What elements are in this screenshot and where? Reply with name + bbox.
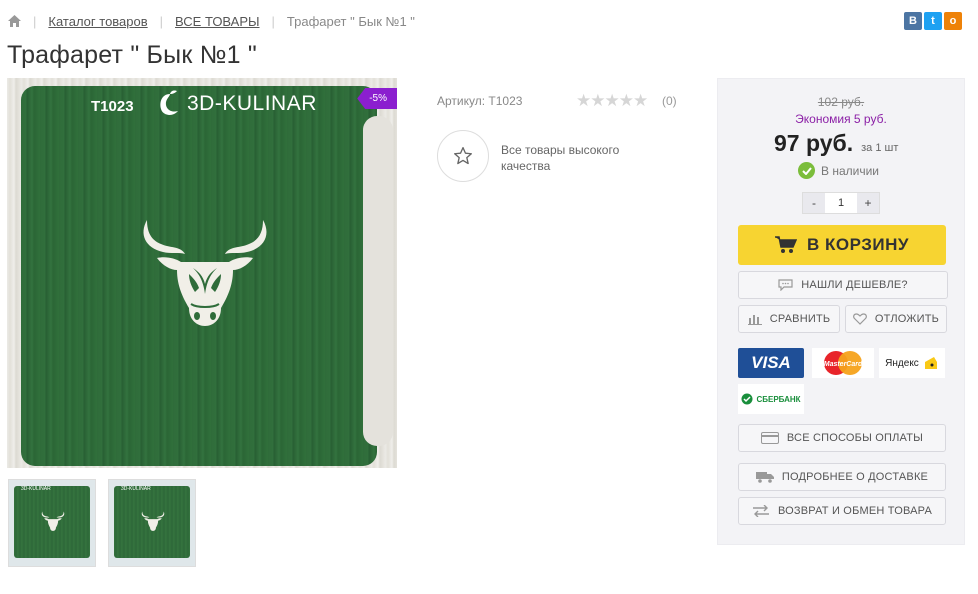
found-cheaper-button[interactable]: НАШЛИ ДЕШЕВЛЕ?: [738, 271, 948, 299]
price-unit: за 1 шт: [861, 142, 899, 154]
quantity-stepper: - 1 +: [802, 192, 880, 214]
delivery-info-label: ПОДРОБНЕЕ О ДОСТАВКЕ: [781, 471, 929, 483]
quantity-input[interactable]: 1: [825, 193, 857, 213]
truck-icon: [755, 472, 774, 483]
breadcrumb: | Каталог товаров | ВСЕ ТОВАРЫ | Трафаре…: [8, 13, 415, 29]
star-icon[interactable]: ★: [619, 91, 634, 111]
compare-label: СРАВНИТЬ: [769, 313, 831, 325]
credit-card-icon: [760, 432, 779, 444]
sberbank-logo: СБЕРБАНК: [738, 384, 804, 414]
breadcrumb-catalog-link[interactable]: Каталог товаров: [48, 14, 147, 29]
sberbank-text: СБЕРБАНК: [756, 394, 801, 404]
found-cheaper-label: НАШЛИ ДЕШЕВЛЕ?: [801, 279, 908, 291]
thumbnail-brand: 3D-KULINAR: [21, 486, 51, 492]
product-thumbnail[interactable]: 3D-KULINAR: [8, 479, 96, 567]
bull-head-icon: [41, 511, 65, 531]
exchange-arrows-icon: [752, 505, 769, 517]
home-icon[interactable]: [8, 15, 21, 27]
old-price: 102 руб.: [817, 95, 865, 109]
breadcrumb-all-products-link[interactable]: ВСЕ ТОВАРЫ: [175, 14, 259, 29]
article-number: Артикул: T1023: [437, 94, 523, 108]
check-icon: [798, 162, 815, 179]
mastercard-logo: MasterCard: [812, 348, 874, 378]
add-to-cart-label: В КОРЗИНУ: [807, 235, 909, 254]
odnoklassniki-share-icon[interactable]: о: [944, 12, 962, 30]
breadcrumb-separator: |: [33, 13, 37, 29]
yandex-wallet-icon: [924, 357, 937, 369]
product-main-image[interactable]: T1023 3D-KULINAR -5%: [7, 78, 397, 468]
rating-stars[interactable]: ★ ★ ★ ★ ★: [576, 91, 648, 111]
return-exchange-label: ВОЗВРАТ И ОБМЕН ТОВАРА: [777, 505, 933, 517]
brand-name: 3D-KULINAR: [187, 92, 317, 115]
quantity-increase-button[interactable]: +: [857, 193, 879, 213]
wishlist-button[interactable]: ОТЛОЖИТЬ: [845, 305, 947, 333]
page-title: Трафарет " Бык №1 ": [7, 41, 257, 69]
stock-label: В наличии: [821, 163, 880, 178]
payment-methods-button[interactable]: ВСЕ СПОСОБЫ ОПЛАТЫ: [738, 424, 946, 452]
star-icon[interactable]: ★: [633, 91, 648, 111]
twitter-share-icon[interactable]: t: [924, 12, 942, 30]
delivery-info-button[interactable]: ПОДРОБНЕЕ О ДОСТАВКЕ: [738, 463, 946, 491]
mastercard-text: MasterCard: [824, 361, 863, 368]
brand-logo: 3D-KULINAR: [157, 90, 317, 118]
bar-chart-icon: [747, 315, 762, 325]
thumbnail-brand: 3D-KULINAR: [121, 486, 151, 492]
quality-text: Все товары высокого качества: [501, 143, 620, 173]
breadcrumb-separator: |: [271, 13, 275, 29]
heart-icon: [852, 313, 867, 325]
star-icon[interactable]: ★: [605, 91, 620, 111]
breadcrumb-current: Трафарет " Бык №1 ": [286, 13, 415, 29]
visa-logo: VISA: [738, 348, 804, 378]
brand-leaf-icon: [160, 90, 178, 115]
price-row: 97 руб. за 1 шт: [774, 130, 898, 157]
compare-button[interactable]: СРАВНИТЬ: [738, 305, 840, 333]
quantity-decrease-button[interactable]: -: [803, 193, 825, 213]
quality-badge: [437, 130, 489, 182]
chat-bubble-icon: [778, 279, 793, 291]
bull-head-icon: [143, 220, 267, 326]
add-to-cart-button[interactable]: В КОРЗИНУ: [738, 225, 946, 265]
breadcrumb-separator: |: [159, 13, 164, 29]
yandex-text: Яндекс: [885, 357, 919, 369]
star-icon[interactable]: ★: [590, 91, 605, 111]
payment-methods-label: ВСЕ СПОСОБЫ ОПЛАТЫ: [786, 432, 924, 444]
discount-badge: -5%: [357, 88, 397, 109]
cart-icon: [775, 236, 798, 253]
wishlist-label: ОТЛОЖИТЬ: [874, 313, 940, 325]
star-outline-icon: [454, 147, 472, 165]
stencil-notch: [363, 116, 393, 446]
social-share: В t о: [904, 12, 962, 30]
vk-share-icon[interactable]: В: [904, 12, 922, 30]
star-icon[interactable]: ★: [576, 91, 591, 111]
savings-text: Экономия 5 руб.: [795, 112, 887, 126]
current-price: 97 руб.: [774, 130, 854, 156]
yandex-money-logo: Яндекс: [879, 348, 945, 378]
bull-head-icon: [141, 511, 165, 531]
buy-panel: 102 руб. Экономия 5 руб. 97 руб. за 1 шт…: [717, 78, 965, 545]
product-code-label: T1023: [91, 98, 134, 115]
stock-status: В наличии: [798, 162, 879, 179]
product-thumbnail[interactable]: 3D-KULINAR: [108, 479, 196, 567]
reviews-count[interactable]: (0): [662, 94, 677, 108]
return-exchange-button[interactable]: ВОЗВРАТ И ОБМЕН ТОВАРА: [738, 497, 946, 525]
sberbank-check-icon: [741, 393, 753, 405]
